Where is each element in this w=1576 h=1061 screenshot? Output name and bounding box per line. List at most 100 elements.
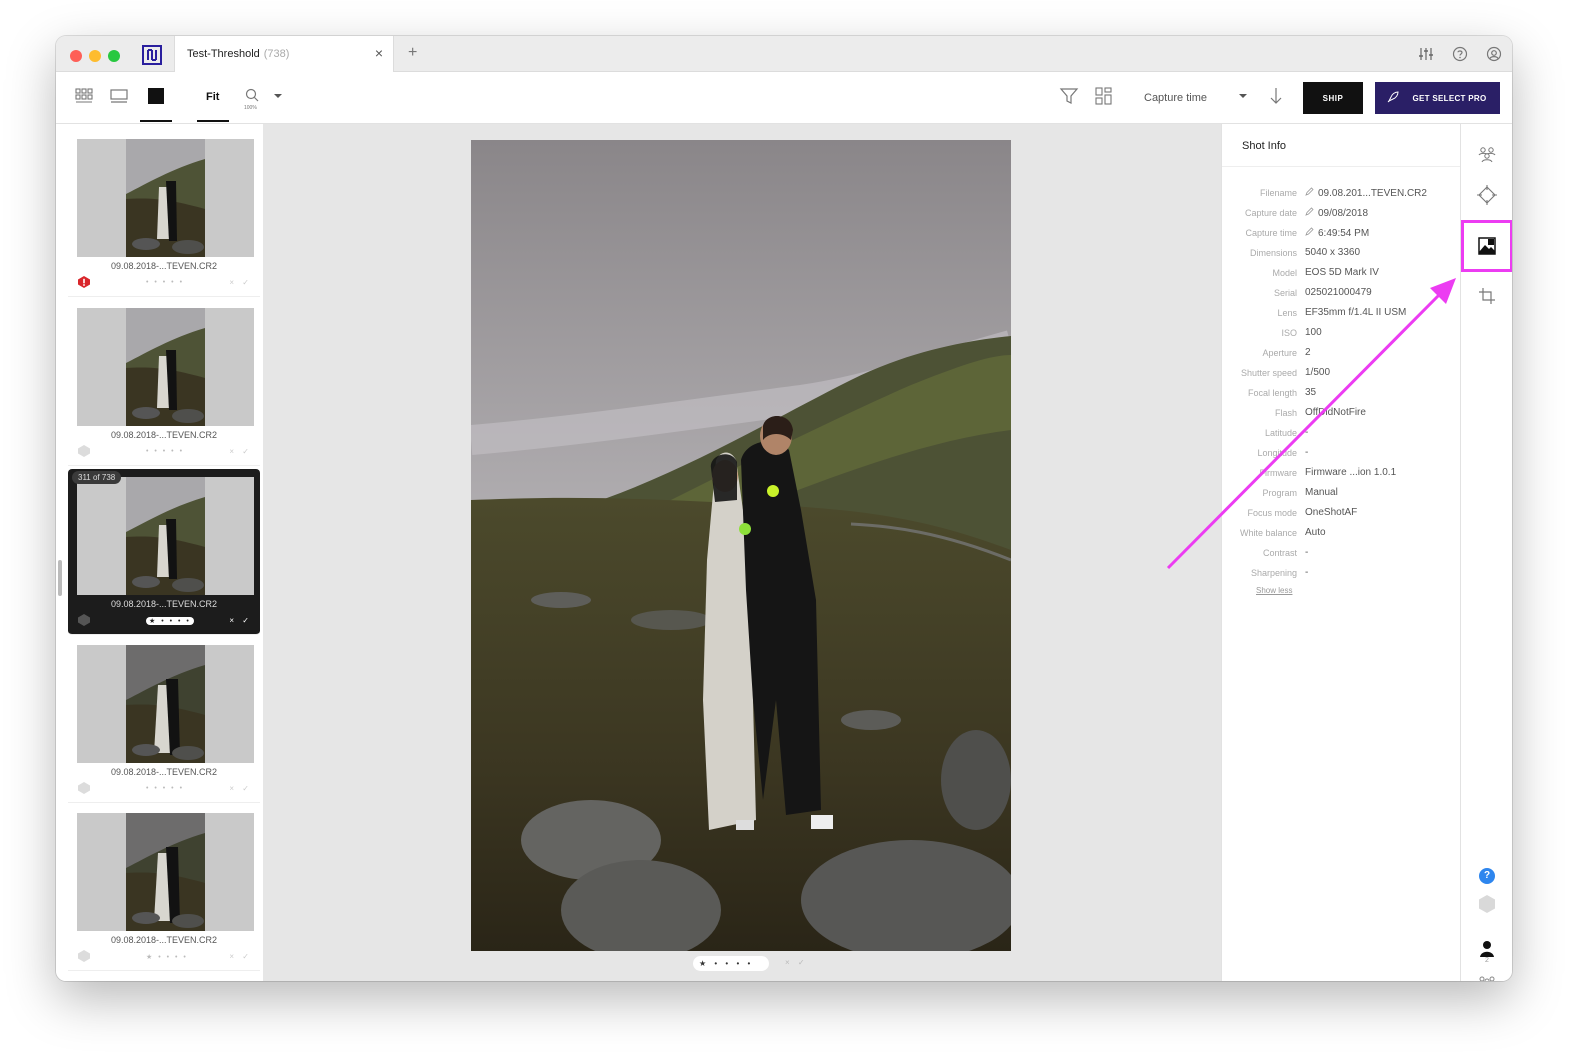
shot-info-value: EOS 5D Mark IV <box>1305 267 1379 278</box>
shot-info-value[interactable]: 6:49:54 PM <box>1305 227 1369 239</box>
filmstrip[interactable]: 09.08.2018-...TEVEN.CR2 • • • • • × ✓ 09.08… <box>56 124 263 981</box>
zoom-dropdown-icon[interactable] <box>268 86 288 106</box>
shot-info-value-text: OneShotAF <box>1305 507 1358 518</box>
shot-info-value: 5040 x 3360 <box>1305 247 1360 258</box>
thumbnail-filename: 09.08.2018-...TEVEN.CR2 <box>110 430 218 440</box>
shot-info-row: ISO 100 <box>1222 326 1461 342</box>
account-icon[interactable] <box>1486 46 1502 62</box>
filmstrip-thumbnail[interactable]: 09.08.2018-...TEVEN.CR2 • • • • • × ✓ <box>68 300 260 466</box>
thumbnail-frame <box>77 139 254 257</box>
shot-info-value-text: 6:49:54 PM <box>1318 228 1370 239</box>
hexagon-badge-icon[interactable] <box>77 613 91 627</box>
shot-info-value: Auto <box>1305 527 1326 538</box>
shot-info-row: Latitude - <box>1222 426 1461 442</box>
thumbnail-filename: 09.08.2018-...TEVEN.CR2 <box>110 767 218 777</box>
hexagon-badge-icon[interactable] <box>77 444 91 458</box>
shot-info-row: Shutter speed 1/500 <box>1222 366 1461 382</box>
shot-info-value[interactable]: 09.08.201...TEVEN.CR2 <box>1305 187 1427 199</box>
shot-info-label: Firmware <box>1259 468 1298 478</box>
shot-info-value: Manual <box>1305 487 1338 498</box>
single-view-icon[interactable] <box>146 86 166 106</box>
filter-icon[interactable] <box>1059 86 1079 106</box>
photo-reject-accept-controls[interactable]: × ✓ <box>785 958 808 967</box>
filmstrip-scrollbar[interactable] <box>58 560 62 596</box>
shot-info-row: Contrast - <box>1222 546 1461 562</box>
thumbnail-rating[interactable]: ★ • • • • <box>146 953 188 961</box>
filmstrip-thumbnail[interactable]: 09.08.2018-...TEVEN.CR2 • • • • • × ✓ <box>68 637 260 803</box>
group-icon[interactable] <box>1477 974 1497 981</box>
main-photo[interactable] <box>471 140 1011 951</box>
tab-close-icon[interactable]: × <box>375 45 383 61</box>
thumbnail-image <box>126 477 205 595</box>
shot-info-row: Capture date 09/08/2018 <box>1222 206 1461 222</box>
edit-pencil-icon[interactable] <box>1305 207 1314 216</box>
close-window-button[interactable] <box>70 50 82 62</box>
get-select-pro-button[interactable]: GET SELECT PRO <box>1375 82 1500 114</box>
shot-info-row: Serial 025021000479 <box>1222 286 1461 302</box>
shot-info-label: Serial <box>1273 288 1297 298</box>
new-tab-button[interactable]: + <box>408 44 417 62</box>
thumbnail-rating[interactable]: • • • • • <box>146 785 184 792</box>
shot-info-row: Lens EF35mm f/1.4L II USM <box>1222 306 1461 322</box>
ship-button[interactable]: SHIP <box>1303 82 1363 114</box>
sort-field-select[interactable]: Capture time <box>1144 92 1207 104</box>
shot-info-label: Dimensions <box>1249 248 1297 258</box>
warning-badge-icon[interactable] <box>77 275 91 289</box>
shot-info-value-text: OffDidNotFire <box>1305 407 1366 418</box>
shot-info-value-text: Firmware ...ion 1.0.1 <box>1305 467 1397 478</box>
edit-pencil-icon[interactable] <box>1305 187 1314 196</box>
help-badge[interactable]: ? <box>1479 868 1495 884</box>
document-tab[interactable]: Test-Threshold (738) × <box>174 36 394 72</box>
thumbnail-reject-accept[interactable]: × ✓ <box>229 447 252 456</box>
photo-rating-stars[interactable]: ★ • • • • <box>693 956 769 971</box>
crop-icon[interactable] <box>1477 286 1497 306</box>
shot-info-value-text: EF35mm f/1.4L II USM <box>1305 307 1407 318</box>
compare-layout-icon[interactable] <box>1094 86 1114 106</box>
grid-view-icon[interactable] <box>74 86 94 106</box>
zoom-window-button[interactable] <box>108 50 120 62</box>
thumbnail-rating[interactable]: ★ • • • • <box>146 617 194 625</box>
thumbnail-rating[interactable]: • • • • • <box>146 279 184 286</box>
filmstrip-thumbnail[interactable]: 09.08.2018-...TEVEN.CR2 ★ • • • • × ✓ 311 o… <box>68 469 260 635</box>
minimize-window-button[interactable] <box>89 50 101 62</box>
thumbnail-image <box>126 645 205 763</box>
shot-info-value-text: 5040 x 3360 <box>1305 247 1361 258</box>
shot-info-row: Filename 09.08.201...TEVEN.CR2 <box>1222 186 1461 202</box>
shot-info-row: Flash OffDidNotFire <box>1222 406 1461 422</box>
thumbnail-reject-accept[interactable]: × ✓ <box>229 784 252 793</box>
shot-info-value[interactable]: 09/08/2018 <box>1305 207 1368 219</box>
filmstrip-thumbnail[interactable]: 09.08.2018-...TEVEN.CR2 • • • • • × ✓ <box>68 131 260 297</box>
thumbnail-reject-accept[interactable]: × ✓ <box>229 952 252 961</box>
filmstrip-thumbnail[interactable]: 09.08.2018-...TEVEN.CR2 ★ • • • • × ✓ <box>68 805 260 971</box>
shot-info-label: Latitude <box>1264 428 1297 438</box>
focus-point-icon[interactable] <box>1477 185 1497 205</box>
shot-info-value: EF35mm f/1.4L II USM <box>1305 307 1406 318</box>
thumbnail-filename: 09.08.2018-...TEVEN.CR2 <box>110 261 218 271</box>
sort-dropdown-icon[interactable] <box>1233 86 1253 106</box>
show-less-link[interactable]: Show less <box>1256 586 1292 595</box>
edit-pencil-icon[interactable] <box>1305 227 1314 236</box>
thumbnail-rating[interactable]: • • • • • <box>146 448 184 455</box>
faces-icon[interactable] <box>1477 144 1497 164</box>
panel-divider <box>1222 166 1461 167</box>
help-icon[interactable] <box>1452 46 1468 62</box>
shot-info-value: 35 <box>1305 387 1316 398</box>
thumbnail-reject-accept[interactable]: × ✓ <box>229 616 252 625</box>
person-icon[interactable] <box>1477 939 1497 959</box>
shot-info-value: - <box>1305 547 1308 558</box>
shot-info-value-text: 025021000479 <box>1305 287 1372 298</box>
adjustments-icon[interactable] <box>1418 46 1434 62</box>
fit-zoom-button[interactable]: Fit <box>206 91 219 103</box>
thumbnail-reject-accept[interactable]: × ✓ <box>229 278 252 287</box>
hexagon-badge-icon[interactable] <box>77 781 91 795</box>
shot-info-value-text: 09.08.201...TEVEN.CR2 <box>1318 188 1427 199</box>
shot-info-value-text: - <box>1305 447 1309 458</box>
hexagon-badge-icon[interactable] <box>77 949 91 963</box>
hexagon-badge-icon[interactable] <box>1477 894 1497 914</box>
filmstrip-view-icon[interactable] <box>109 86 129 106</box>
zoom-icon[interactable] <box>242 86 262 106</box>
sort-direction-icon[interactable] <box>1266 86 1286 106</box>
title-bar: Test-Threshold (738) × + <box>56 36 1512 72</box>
shot-info-value: Firmware ...ion 1.0.1 <box>1305 467 1396 478</box>
shot-info-value-text: Manual <box>1305 487 1338 498</box>
